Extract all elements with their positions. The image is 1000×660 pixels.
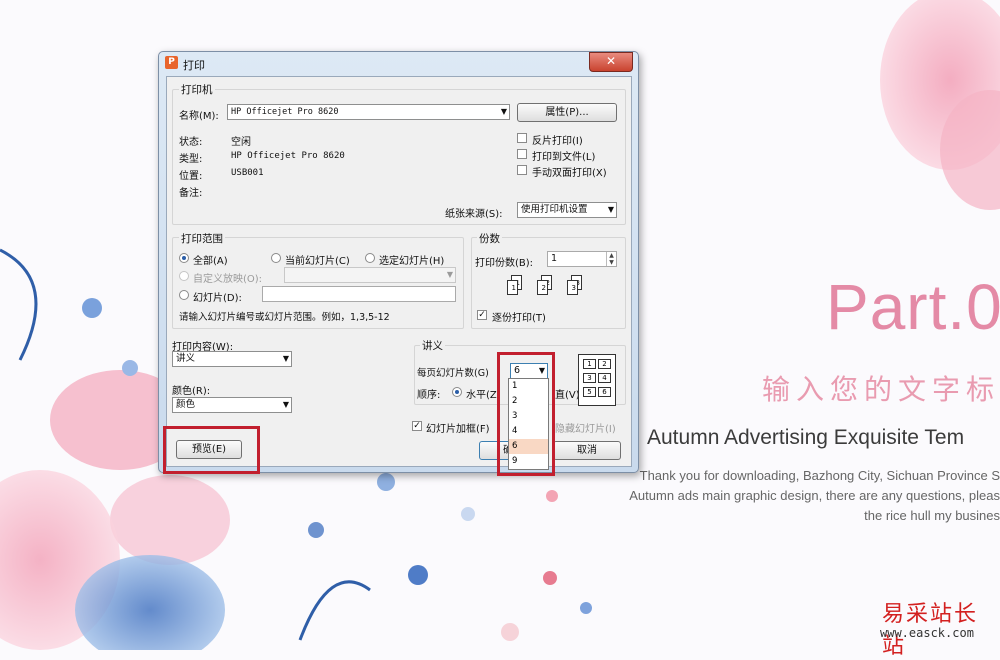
slide-body-line: Autumn ads main graphic design, there ar… — [629, 488, 1000, 503]
cancel-button[interactable]: 取消 — [553, 441, 621, 460]
range-hint: 请输入幻灯片编号或幻灯片范围。例如，1,3,5-12 — [179, 312, 390, 323]
print-to-file-label: 打印到文件(L) — [532, 152, 596, 163]
chevron-down-icon: ▼ — [446, 270, 453, 279]
copies-count-label: 打印份数(B): — [475, 258, 534, 269]
collate-copy-icon-3: 33 — [567, 275, 583, 297]
properties-button[interactable]: 属性(P)... — [517, 103, 617, 122]
page-icon: 2 — [537, 280, 548, 295]
collate-copy-icon-2: 22 — [537, 275, 553, 297]
print-to-file-checkbox[interactable] — [517, 149, 527, 159]
frame-slides-checkbox[interactable]: ✓ — [412, 421, 422, 431]
slide-body-line: the rice hull my busines — [864, 508, 1000, 523]
order-horizontal-label: 水平(Z) — [466, 390, 501, 401]
printer-name-label: 名称(M): — [179, 111, 219, 122]
page-icon: 1 — [507, 280, 518, 295]
copies-title: 份数 — [477, 231, 502, 246]
close-icon: ✕ — [605, 54, 617, 68]
layout-cell: 5 — [583, 387, 596, 397]
range-slides-radio[interactable] — [179, 290, 189, 300]
slide-english-body: Thank you for downloading, Bazhong City,… — [560, 466, 1000, 526]
chevron-down-icon: ▼ — [609, 259, 614, 266]
dialog-titlebar[interactable]: P 打印 ✕ — [159, 52, 638, 74]
collate-copy-icon-1: 11 — [507, 275, 523, 297]
range-custom-radio[interactable] — [179, 271, 189, 281]
highlight-box-preview — [163, 426, 260, 474]
print-content-select[interactable]: 讲义 ▼ — [172, 351, 292, 367]
wps-app-icon: P — [165, 56, 178, 69]
range-all-label: 全部(A) — [193, 256, 228, 267]
order-label: 顺序: — [417, 390, 441, 401]
handout-layout-icon: 1 2 3 4 5 6 — [578, 354, 616, 406]
layout-cell: 6 — [598, 387, 611, 397]
status-value: 空闲 — [231, 137, 251, 148]
chevron-up-icon: ▲ — [609, 252, 614, 259]
location-label: 位置: — [179, 171, 203, 182]
slide-part-title: Part.0 — [826, 271, 1000, 343]
paper-source-select[interactable]: 使用打印机设置 ▼ — [517, 202, 617, 218]
printer-name-select[interactable]: HP Officejet Pro 8620 ▼ — [227, 104, 510, 120]
reverse-print-label: 反片打印(I) — [532, 136, 583, 147]
color-select[interactable]: 颜色 ▼ — [172, 397, 292, 413]
slide-english-title: Autumn Advertising Exquisite Tem — [647, 426, 965, 449]
close-button[interactable]: ✕ — [589, 52, 633, 72]
chevron-down-icon: ▼ — [282, 354, 289, 363]
dialog-body: 打印机 名称(M): HP Officejet Pro 8620 ▼ 属性(P).… — [166, 76, 632, 467]
watermark-url: www.easck.com — [880, 626, 974, 640]
chevron-down-icon: ▼ — [607, 205, 614, 214]
color-label: 颜色(R): — [172, 386, 211, 397]
chevron-down-icon: ▼ — [500, 107, 507, 116]
location-value: USB001 — [231, 168, 264, 178]
slide-subtitle: 输入您的文字标 — [762, 373, 1000, 406]
paper-source-label: 纸张来源(S): — [445, 209, 503, 220]
status-label: 状态: — [179, 137, 203, 148]
type-label: 类型: — [179, 154, 203, 165]
collate-checkbox[interactable]: ✓ — [477, 310, 487, 320]
print-content-value: 讲义 — [176, 353, 196, 364]
slides-range-input[interactable] — [262, 286, 456, 302]
range-current-label: 当前幻灯片(C) — [285, 256, 350, 267]
layout-cell: 4 — [598, 373, 611, 383]
range-slides-label: 幻灯片(D): — [193, 293, 242, 304]
copies-count-input[interactable]: 1 ▲ ▼ — [547, 251, 617, 267]
per-page-label: 每页幻灯片数(G) — [417, 368, 489, 379]
custom-show-select[interactable]: ▼ — [284, 267, 456, 283]
layout-cell: 3 — [583, 373, 596, 383]
frame-slides-label: 幻灯片加框(F) — [426, 424, 490, 435]
page-icon: 3 — [567, 280, 578, 295]
printer-group-title: 打印机 — [179, 82, 215, 97]
manual-duplex-label: 手动双面打印(X) — [532, 168, 607, 179]
range-selected-label: 选定幻灯片(H) — [379, 256, 445, 267]
copies-count-value: 1 — [551, 253, 558, 264]
printer-name-value: HP Officejet Pro 8620 — [231, 107, 339, 117]
paper-source-value: 使用打印机设置 — [521, 204, 588, 215]
comment-label: 备注: — [179, 188, 203, 199]
hidden-slides-label: 隐藏幻灯片(I) — [555, 424, 616, 435]
reverse-print-checkbox[interactable] — [517, 133, 527, 143]
manual-duplex-checkbox[interactable] — [517, 165, 527, 175]
dialog-title: 打印 — [183, 59, 205, 72]
range-selected-radio[interactable] — [365, 253, 375, 263]
range-all-radio[interactable] — [179, 253, 189, 263]
layout-cell: 1 — [583, 359, 596, 369]
collate-label: 逐份打印(T) — [492, 313, 546, 324]
order-horizontal-radio[interactable] — [452, 387, 462, 397]
copies-spinner[interactable]: ▲ ▼ — [606, 252, 616, 266]
handout-title: 讲义 — [420, 338, 445, 353]
type-value: HP Officejet Pro 8620 — [231, 151, 345, 161]
print-range-title: 打印范围 — [179, 231, 225, 246]
order-vertical-label: 直(V) — [555, 390, 580, 401]
chevron-down-icon: ▼ — [282, 400, 289, 409]
range-current-radio[interactable] — [271, 253, 281, 263]
layout-cell: 2 — [598, 359, 611, 369]
highlight-box-per-page — [497, 352, 555, 476]
range-custom-label: 自定义放映(O): — [193, 274, 263, 285]
color-value: 颜色 — [176, 399, 196, 410]
print-dialog: P 打印 ✕ 打印机 名称(M): HP Officejet Pro 8620 ▼… — [158, 51, 639, 473]
